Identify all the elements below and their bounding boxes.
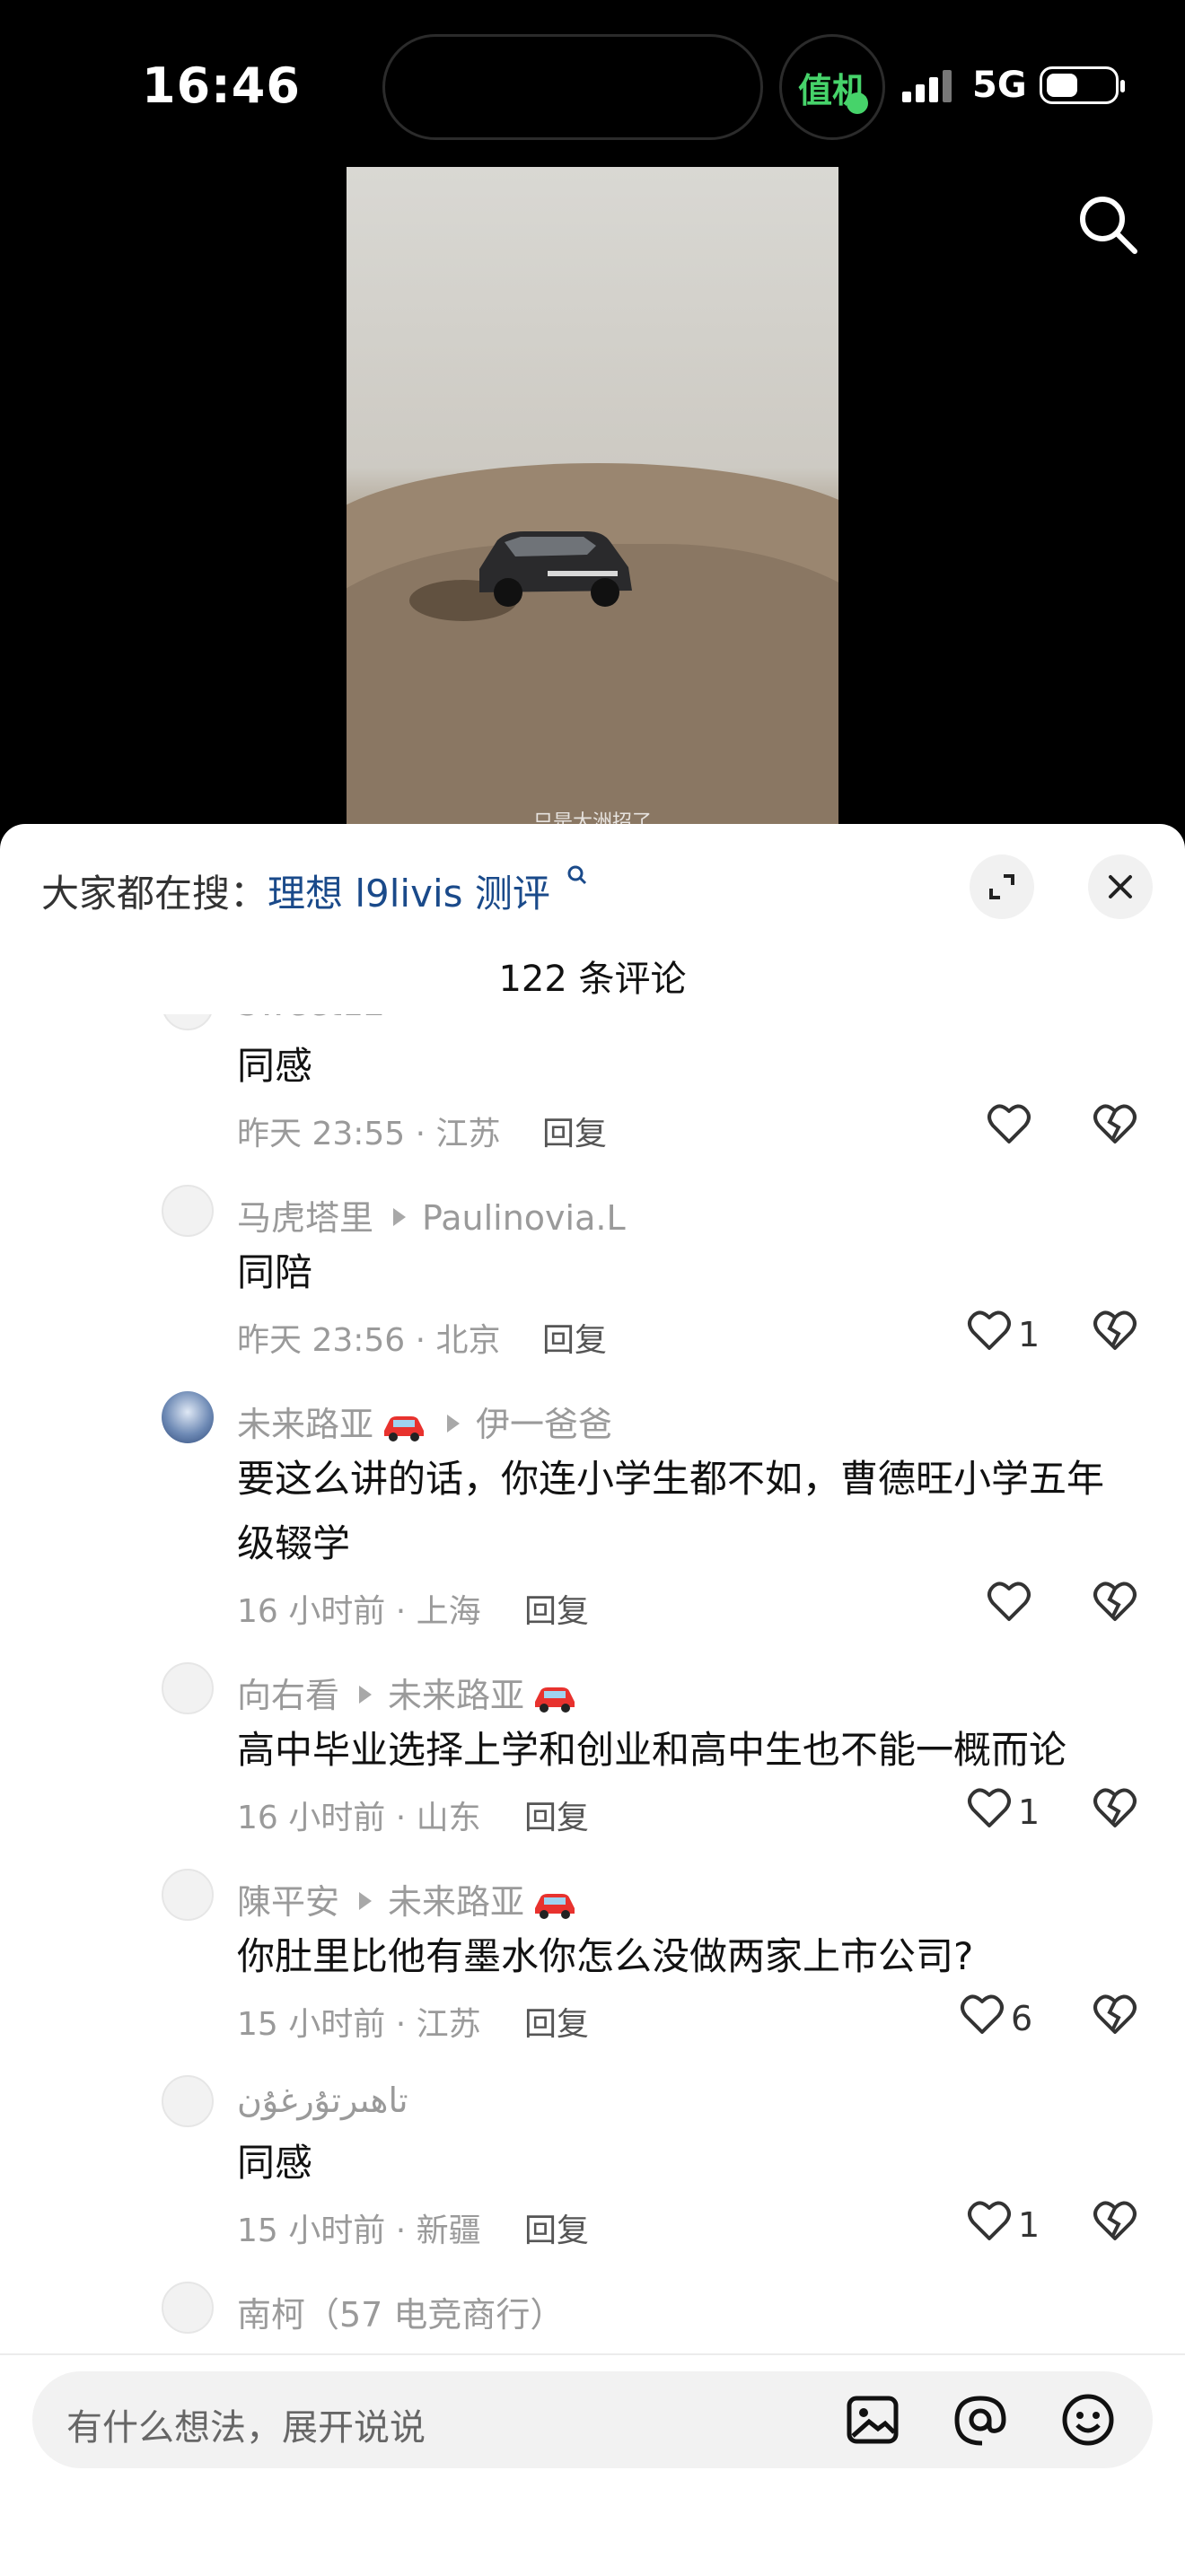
avatar[interactable] (162, 1662, 214, 1714)
comment-username[interactable]: 南柯（57 电竞商行） (237, 2287, 564, 2336)
reply-arrow-icon (359, 1686, 373, 1704)
car-emoji (384, 1415, 425, 1441)
comment-time-location: 16 小时前 · 山东 (237, 1800, 481, 1836)
status-time: 16:46 (142, 57, 301, 114)
broken-heart-icon (1092, 1104, 1138, 1149)
avatar[interactable] (162, 1869, 214, 1921)
comment-text: 要这么讲的话，你连小学生都不如，曹德旺小学五年级辍学 (237, 1457, 1105, 1565)
reply-to-username: 伊一爸爸 (476, 1405, 613, 1444)
heart-icon (986, 1102, 1032, 1153)
search-icon[interactable] (1075, 192, 1140, 257)
like-count: 1 (1018, 2204, 1040, 2245)
avatar[interactable] (162, 1014, 214, 1030)
comment-list[interactable]: Sweet12同感昨天 23:55 · 江苏回复马虎塔里Paulinovia.L… (0, 1014, 1185, 2350)
reply-button[interactable]: 回复 (524, 1585, 589, 1632)
reply-to-username: 未来路亚 (388, 1676, 525, 1715)
like-button[interactable]: 1 (966, 1786, 1040, 1837)
like-button[interactable] (986, 1580, 1038, 1631)
reply-button[interactable]: 回复 (524, 1998, 589, 2045)
comment-count: 122 条评论 (498, 959, 687, 1000)
reply-to-username: Paulinovia.L (422, 1198, 626, 1238)
comment-time-location: 15 小时前 · 新疆 (237, 2212, 481, 2249)
battery-icon (1040, 66, 1125, 104)
car-emoji (535, 1893, 575, 1919)
comment-input[interactable]: 有什么想法，展开说说 (32, 2371, 1153, 2468)
video-player[interactable]: 只是大洲招了 (347, 167, 838, 835)
comment-sheet: 大家都在搜：理想 l9livis 测评 122 条评论 Sweet12同感昨天 … (0, 824, 1185, 2574)
heart-icon (959, 1993, 1005, 2044)
reply-to-username: 未来路亚 (388, 1882, 525, 1922)
broken-heart-icon (1092, 1310, 1138, 1355)
heart-icon (986, 1580, 1032, 1631)
comment-time-location: 昨天 23:55 · 江苏 (237, 1116, 501, 1152)
broken-heart-icon (1092, 1994, 1138, 2039)
like-count: 1 (1018, 1792, 1040, 1832)
small-search-icon (567, 865, 587, 885)
comment-input-placeholder: 有什么想法，展开说说 (66, 2407, 426, 2449)
reply-button[interactable]: 回复 (542, 1108, 607, 1154)
broken-heart-icon (1092, 1788, 1138, 1833)
comment-text: 高中毕业选择上学和创业和高中生也不能一概而论 (237, 1728, 1067, 1772)
image-icon[interactable] (844, 2391, 901, 2449)
dislike-button[interactable] (1092, 1580, 1138, 1626)
like-count: 1 (1018, 1314, 1040, 1354)
comment-input-bar: 有什么想法，展开说说 (0, 2353, 1185, 2576)
comment-username[interactable]: 向右看 未来路亚 (237, 1668, 578, 1717)
close-icon (1109, 875, 1132, 898)
comment-username[interactable]: 未来路亚 伊一爸爸 (237, 1397, 612, 1446)
broken-heart-icon (1092, 2201, 1138, 2246)
like-button[interactable]: 1 (966, 2199, 1040, 2250)
dislike-button[interactable] (1092, 1786, 1138, 1833)
avatar[interactable] (162, 1185, 214, 1237)
broken-heart-icon (1092, 1582, 1138, 1626)
reply-button[interactable]: 回复 (524, 2204, 589, 2251)
hot-search[interactable]: 大家都在搜：理想 l9livis 测评 (41, 863, 589, 918)
expand-icon (989, 874, 1014, 899)
close-button[interactable] (1088, 854, 1153, 919)
comment-text: 你肚里比他有墨水你怎么没做两家上市公司? (237, 1934, 974, 1978)
dislike-button[interactable] (1092, 1993, 1138, 2039)
status-bar: 16:46 值机 5G (0, 0, 1185, 171)
reply-arrow-icon (359, 1892, 373, 1910)
comment-text: 同感 (237, 2141, 313, 2185)
heart-icon (966, 2199, 1013, 2250)
like-button[interactable] (986, 1102, 1038, 1153)
comment-text: 同陪 (237, 1250, 313, 1294)
comment-text: 同感 (237, 1044, 313, 1088)
like-button[interactable]: 1 (966, 1309, 1040, 1360)
reply-button[interactable]: 回复 (524, 1792, 589, 1838)
car-emoji (535, 1687, 575, 1713)
hot-search-keyword[interactable]: 理想 l9livis 测评 (268, 872, 550, 916)
at-icon[interactable] (952, 2391, 1009, 2449)
avatar[interactable] (162, 2075, 214, 2127)
comment-username[interactable]: تاھىرتۇرغۇن (237, 2081, 408, 2120)
heart-icon (966, 1309, 1013, 1360)
dislike-button[interactable] (1092, 1309, 1138, 1355)
network-type: 5G (972, 65, 1027, 106)
comment-username[interactable]: 马虎塔里 Paulinovia.L (237, 1190, 626, 1240)
heart-icon (966, 1786, 1013, 1837)
emoji-icon[interactable] (1059, 2391, 1117, 2449)
reply-arrow-icon (393, 1208, 407, 1226)
dislike-button[interactable] (1092, 1102, 1138, 1149)
comment-time-location: 昨天 23:56 · 北京 (237, 1322, 501, 1359)
comment-username[interactable]: Sweet12 (237, 1014, 385, 1023)
dynamic-island (382, 34, 763, 140)
signal-icon (902, 70, 952, 102)
avatar[interactable] (162, 1391, 214, 1443)
reply-button[interactable]: 回复 (542, 1314, 607, 1361)
avatar[interactable] (162, 2282, 214, 2334)
comment-time-location: 15 小时前 · 江苏 (237, 2006, 481, 2043)
like-count: 6 (1011, 1998, 1033, 2038)
expand-button[interactable] (970, 854, 1034, 919)
check-badge-icon (847, 92, 868, 114)
live-activity-pill[interactable]: 值机 (779, 34, 885, 140)
dislike-button[interactable] (1092, 2199, 1138, 2246)
hot-search-prefix: 大家都在搜： (41, 872, 268, 916)
like-button[interactable]: 6 (959, 1993, 1032, 2044)
reply-arrow-icon (447, 1415, 461, 1433)
suv-image (479, 531, 632, 607)
comment-username[interactable]: 陳平安 未来路亚 (237, 1874, 578, 1923)
comment-time-location: 16 小时前 · 上海 (237, 1593, 481, 1630)
